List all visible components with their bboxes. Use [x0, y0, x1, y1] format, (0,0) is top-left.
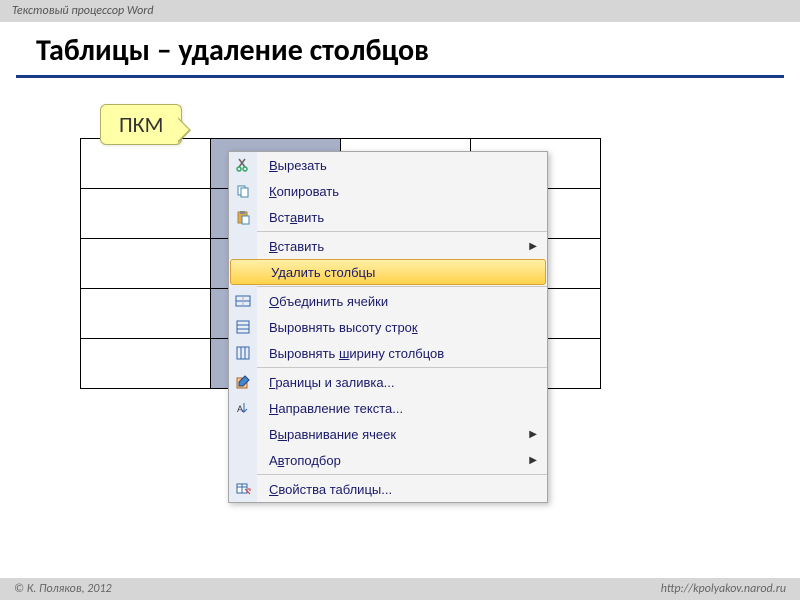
callout-pkm: ПКМ: [100, 104, 182, 145]
blank-icon: [231, 260, 259, 284]
menu-label: Вставить: [257, 239, 547, 254]
menu-label: Объединить ячейки: [257, 294, 547, 309]
table-properties-icon: [229, 476, 257, 502]
menu-item-autofit[interactable]: Автоподбор ▶: [229, 447, 547, 473]
header-bar: Текстовый процессор Word: [0, 0, 800, 22]
borders-icon: [229, 369, 257, 395]
svg-text:A: A: [237, 404, 243, 414]
slide-title: Таблицы – удаление столбцов: [16, 22, 784, 78]
menu-item-cell-alignment[interactable]: Выравнивание ячеек ▶: [229, 421, 547, 447]
menu-item-insert[interactable]: Вставить ▶: [229, 233, 547, 259]
menu-label: Выровнять высоту строк: [257, 320, 547, 335]
callout-label: ПКМ: [119, 111, 163, 138]
menu-item-distribute-rows[interactable]: Выровнять высоту строк: [229, 314, 547, 340]
copy-icon: [229, 178, 257, 204]
merge-cells-icon: [229, 288, 257, 314]
menu-label: Копировать: [257, 184, 547, 199]
blank-icon: [229, 421, 257, 447]
menu-item-table-properties[interactable]: Свойства таблицы...: [229, 476, 547, 502]
cut-icon: [229, 152, 257, 178]
submenu-arrow-icon: ▶: [529, 455, 537, 466]
menu-item-merge[interactable]: Объединить ячейки: [229, 288, 547, 314]
menu-label: Вырезать: [257, 158, 547, 173]
content-area: ПКМ Вырезать Копировать Вставить: [0, 78, 800, 138]
menu-item-paste[interactable]: Вставить: [229, 204, 547, 230]
footer-bar: © К. Поляков, 2012 http://kpolyakov.naro…: [0, 578, 800, 600]
menu-item-cut[interactable]: Вырезать: [229, 152, 547, 178]
menu-item-text-direction[interactable]: A Направление текста...: [229, 395, 547, 421]
menu-label: Выравнивание ячеек: [257, 427, 547, 442]
menu-label: Удалить столбцы: [259, 265, 545, 280]
submenu-arrow-icon: ▶: [529, 241, 537, 252]
menu-item-copy[interactable]: Копировать: [229, 178, 547, 204]
menu-label: Вставить: [257, 210, 547, 225]
header-text: Текстовый процессор Word: [12, 4, 154, 18]
paste-icon: [229, 204, 257, 230]
context-menu: Вырезать Копировать Вставить Вставить ▶ …: [228, 151, 548, 503]
distribute-cols-icon: [229, 340, 257, 366]
menu-label: Направление текста...: [257, 401, 547, 416]
text-direction-icon: A: [229, 395, 257, 421]
footer-author: © К. Поляков, 2012: [14, 582, 112, 596]
submenu-arrow-icon: ▶: [529, 429, 537, 440]
menu-item-delete-columns[interactable]: Удалить столбцы: [230, 259, 546, 285]
blank-icon: [229, 233, 257, 259]
distribute-rows-icon: [229, 314, 257, 340]
menu-label: Выровнять ширину столбцов: [257, 346, 547, 361]
menu-item-borders[interactable]: Границы и заливка...: [229, 369, 547, 395]
footer-url: http://kpolyakov.narod.ru: [661, 582, 786, 596]
blank-icon: [229, 447, 257, 473]
menu-item-distribute-cols[interactable]: Выровнять ширину столбцов: [229, 340, 547, 366]
menu-label: Автоподбор: [257, 453, 547, 468]
menu-label: Свойства таблицы...: [257, 482, 547, 497]
menu-label: Границы и заливка...: [257, 375, 547, 390]
